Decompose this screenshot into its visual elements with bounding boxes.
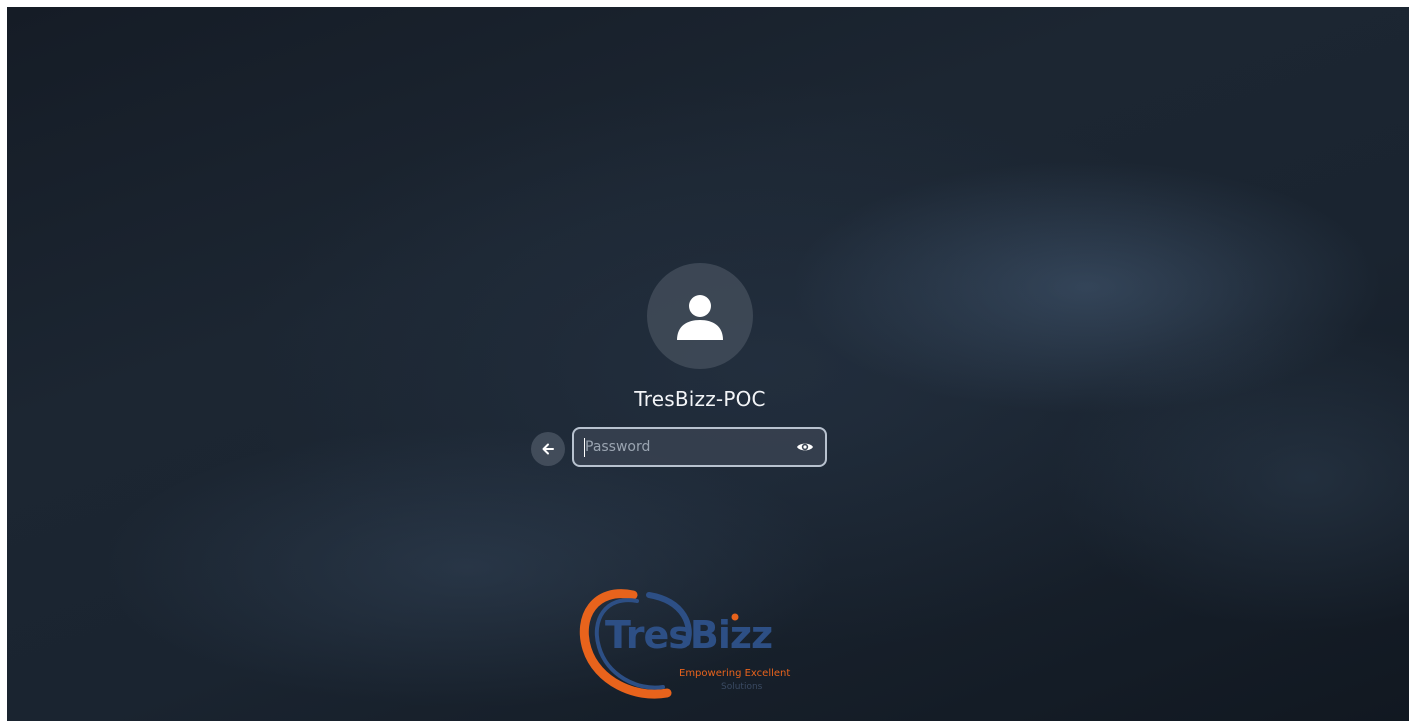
show-password-button[interactable] xyxy=(794,436,816,458)
login-screen: TresBizz-POC TresBizz Empowering Excelle… xyxy=(7,7,1409,721)
eye-icon xyxy=(797,443,813,451)
logo-tagline-line2: Solutions xyxy=(721,682,763,692)
logo-wordmark: TresBizz xyxy=(605,613,773,657)
arrow-left-icon xyxy=(542,443,554,455)
username-label: TresBizz-POC xyxy=(634,387,766,411)
text-cursor xyxy=(584,438,585,457)
user-icon xyxy=(677,295,723,340)
back-button[interactable] xyxy=(531,432,565,466)
password-input[interactable] xyxy=(574,429,795,465)
user-avatar xyxy=(647,263,753,369)
tresbizz-logo: TresBizz Empowering Excellent Solutions xyxy=(575,587,835,707)
logo-tagline-line1: Empowering Excellent xyxy=(679,668,791,679)
password-field[interactable] xyxy=(572,427,827,467)
